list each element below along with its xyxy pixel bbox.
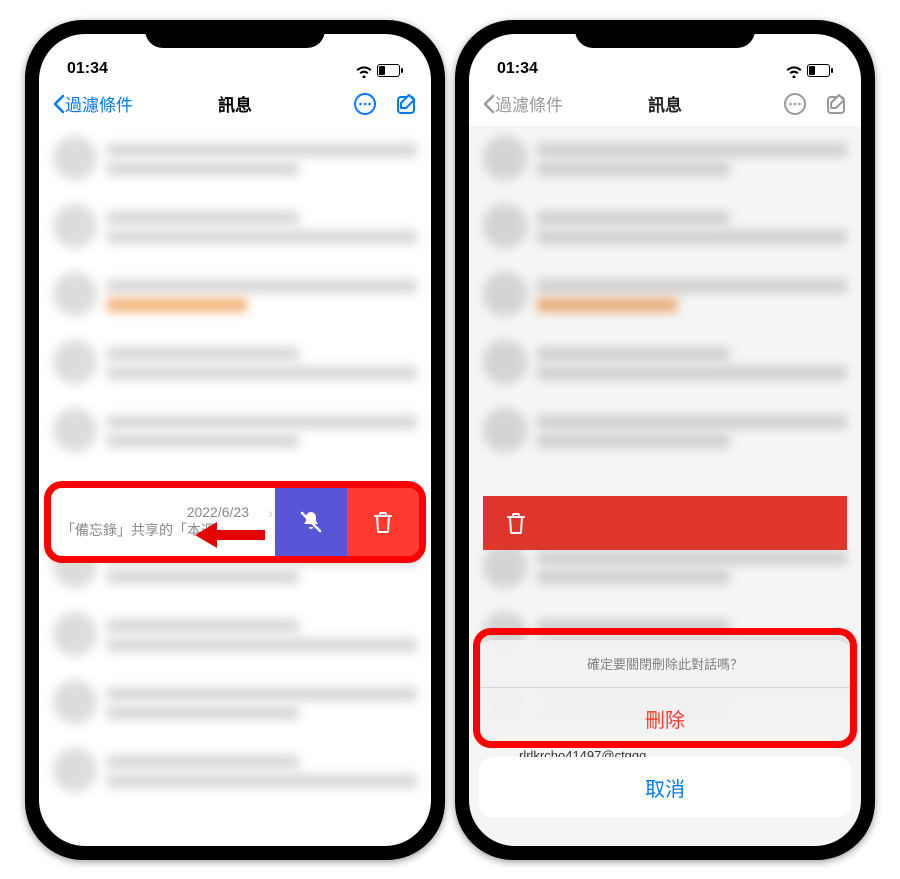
- notch: [145, 20, 325, 48]
- phone-left: 01:34 過濾條件 訊息: [25, 20, 445, 860]
- chevron-left-icon: [51, 94, 65, 114]
- screen-left: 01:34 過濾條件 訊息: [39, 34, 431, 846]
- message-date: 2022/6/23: [61, 504, 265, 520]
- more-icon[interactable]: [353, 92, 377, 116]
- phone-right: 01:34 過濾條件 訊息: [455, 20, 875, 860]
- nav-title: 訊息: [218, 91, 252, 116]
- status-time: 01:34: [497, 60, 538, 78]
- wifi-icon: [355, 64, 373, 78]
- chevron-left-icon: [481, 94, 495, 114]
- back-label: 過濾條件: [65, 91, 133, 116]
- compose-icon[interactable]: [395, 92, 419, 116]
- sheet-delete-button[interactable]: 刪除: [479, 688, 851, 749]
- compose-icon[interactable]: [825, 92, 849, 116]
- sheet-title: 確定要關閉刪除此對話嗎？: [479, 640, 851, 688]
- messages-list[interactable]: 2022/6/23 「備忘錄」共享的「本週 ›: [39, 126, 431, 846]
- back-button[interactable]: 過濾條件: [481, 91, 563, 116]
- wifi-icon: [785, 64, 803, 78]
- action-sheet: 確定要關閉刪除此對話嗎？ 刪除 rlrlkrcho41497@ctggg 取消: [469, 126, 861, 846]
- trash-icon: [372, 510, 394, 534]
- swipe-arrow-indicator: [195, 526, 273, 544]
- delete-swipe-button[interactable]: [347, 488, 419, 556]
- back-label: 過濾條件: [495, 91, 563, 116]
- sheet-main-group: 確定要關閉刪除此對話嗎？ 刪除: [479, 640, 851, 749]
- notch: [575, 20, 755, 48]
- back-button[interactable]: 過濾條件: [51, 91, 133, 116]
- nav-bar: 過濾條件 訊息: [39, 82, 431, 126]
- messages-list: 確定要關閉刪除此對話嗎？ 刪除 rlrlkrcho41497@ctggg 取消: [469, 126, 861, 846]
- nav-title: 訊息: [648, 91, 682, 116]
- more-icon[interactable]: [783, 92, 807, 116]
- status-icons: [785, 64, 833, 78]
- screen-right: 01:34 過濾條件 訊息: [469, 34, 861, 846]
- battery-icon: [377, 64, 403, 77]
- status-time: 01:34: [67, 60, 108, 78]
- chevron-right-icon: ›: [268, 505, 273, 521]
- mute-button[interactable]: [275, 488, 347, 556]
- bell-slash-icon: [298, 509, 324, 535]
- message-row[interactable]: 2022/6/23 「備忘錄」共享的「本週 ›: [51, 488, 275, 556]
- sheet-cancel-button[interactable]: 取消: [479, 757, 851, 818]
- status-icons: [355, 64, 403, 78]
- battery-icon: [807, 64, 833, 77]
- nav-bar: 過濾條件 訊息: [469, 82, 861, 126]
- swiped-row-highlight: 2022/6/23 「備忘錄」共享的「本週 ›: [44, 481, 426, 563]
